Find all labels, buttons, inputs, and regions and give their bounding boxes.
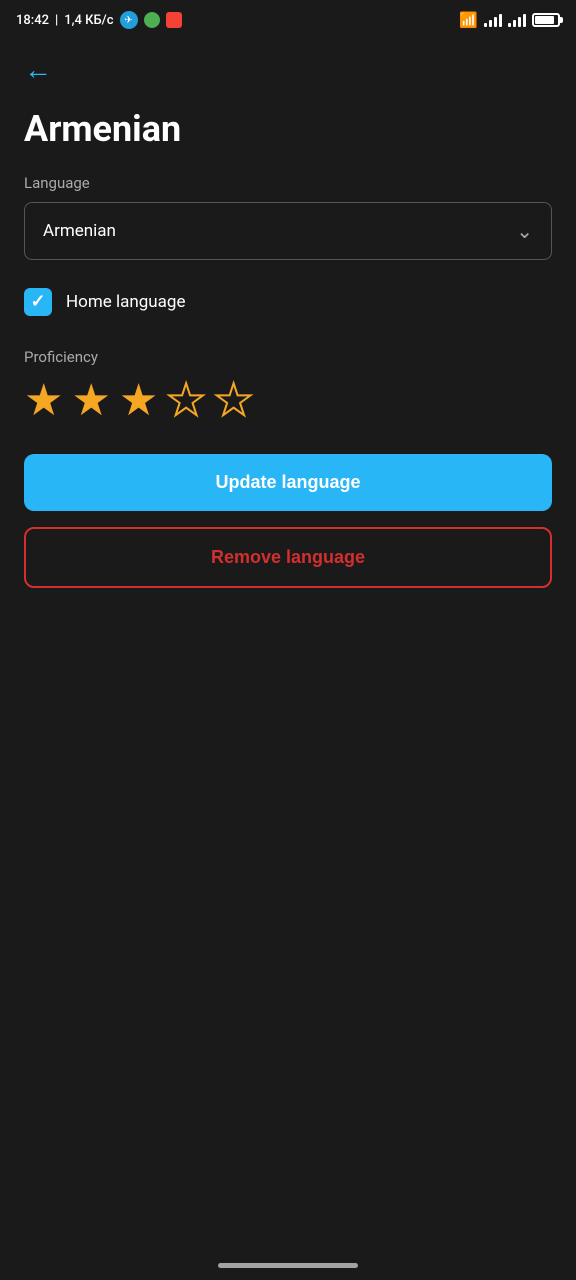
red-square-icon — [166, 12, 182, 28]
proficiency-label: Proficiency — [24, 348, 552, 366]
status-left: 18:42 | 1,4 КБ/с ✈ — [16, 11, 182, 29]
back-button[interactable]: ← — [24, 56, 52, 84]
green-dot-icon — [144, 12, 160, 28]
data-speed: | — [55, 13, 58, 28]
telegram-icon: ✈ — [120, 11, 138, 29]
status-right: 📶 56 — [459, 11, 560, 29]
star-1[interactable]: ★ — [24, 378, 63, 422]
home-language-row: ✓ Home language — [24, 288, 552, 316]
star-2[interactable]: ★ — [71, 378, 110, 422]
home-language-label: Home language — [66, 292, 185, 312]
battery-icon: 56 — [532, 13, 560, 27]
time-display: 18:42 — [16, 13, 49, 28]
star-5[interactable]: ★ — [214, 378, 253, 422]
bottom-home-indicator — [218, 1263, 358, 1268]
home-language-checkbox[interactable]: ✓ — [24, 288, 52, 316]
bluetooth-icon: 📶 — [459, 11, 478, 29]
proficiency-stars: ★ ★ ★ ★ ★ — [24, 378, 552, 422]
checkmark-icon: ✓ — [30, 293, 45, 311]
star-4[interactable]: ★ — [166, 378, 205, 422]
main-content: ← Armenian Language Armenian ⌄ ✓ Home la… — [0, 40, 576, 604]
data-speed-value: 1,4 КБ/с — [64, 13, 113, 28]
page-title: Armenian — [24, 108, 552, 150]
language-dropdown-value: Armenian — [43, 221, 116, 241]
star-3[interactable]: ★ — [119, 378, 158, 422]
signal-icon — [484, 13, 502, 27]
status-bar: 18:42 | 1,4 КБ/с ✈ 📶 56 — [0, 0, 576, 40]
update-language-button[interactable]: Update language — [24, 454, 552, 511]
back-arrow-icon: ← — [24, 56, 52, 84]
wifi-icon — [508, 13, 526, 27]
language-label: Language — [24, 174, 552, 192]
language-dropdown[interactable]: Armenian ⌄ — [24, 202, 552, 260]
chevron-down-icon: ⌄ — [516, 219, 533, 243]
remove-language-button[interactable]: Remove language — [24, 527, 552, 588]
